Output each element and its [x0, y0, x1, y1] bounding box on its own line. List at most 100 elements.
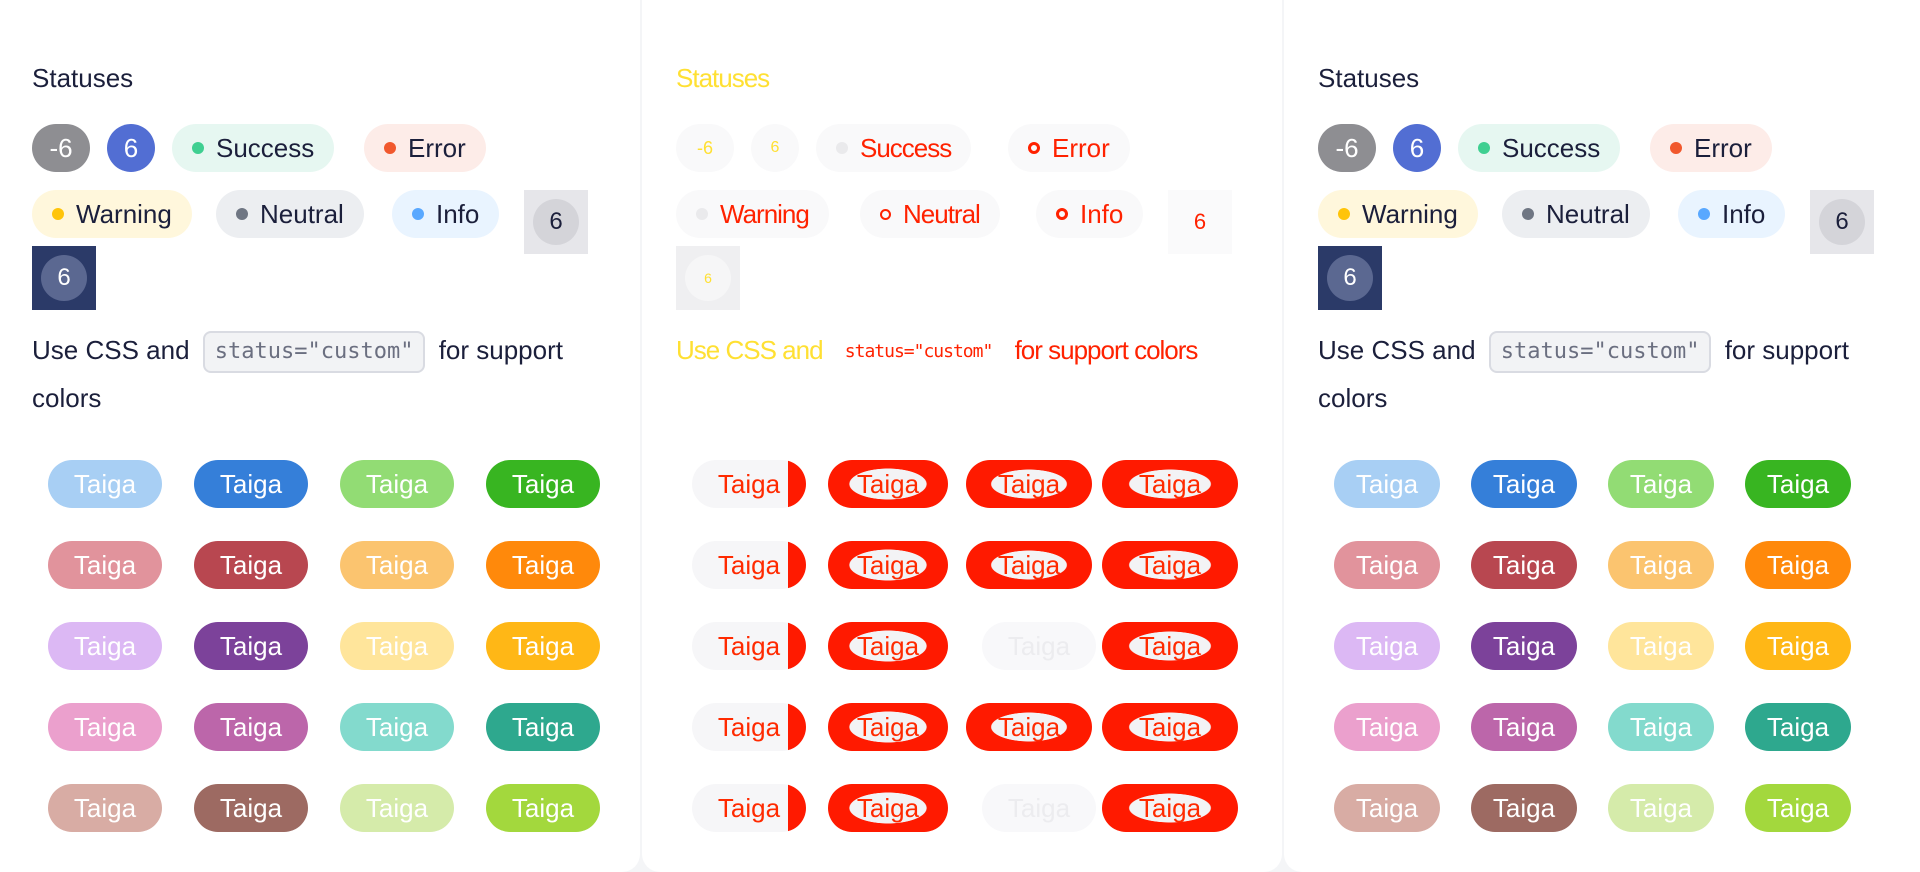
- taiga-pill: Taiga: [340, 541, 454, 589]
- taiga-pill: Taiga: [1608, 541, 1714, 589]
- error-dot-icon: [384, 142, 396, 154]
- badge-neutral-text: Neutral: [260, 199, 344, 229]
- taiga-pill: Taiga: [1102, 703, 1238, 751]
- square-badge-light: 6: [1810, 190, 1874, 254]
- badge-neutral: Neutral: [1502, 190, 1650, 238]
- square-badge-dark: 6: [676, 246, 740, 310]
- taiga-pill: Taiga: [486, 541, 600, 589]
- badge-success: Success: [1458, 124, 1621, 172]
- square-badge-dark-text: 6: [704, 270, 712, 286]
- taiga-pill: Taiga: [486, 703, 600, 751]
- badge-error-text: Error: [408, 133, 466, 163]
- square-badge-dark-circle: 6: [685, 255, 731, 301]
- note-text-before: Use CSS and: [676, 335, 824, 365]
- taiga-pill: Taiga: [48, 784, 162, 832]
- custom-status-note: Use CSS and status="custom" for support …: [32, 326, 632, 422]
- square-badge-dark-circle: 6: [1327, 255, 1373, 301]
- neutral-dot-icon: [880, 208, 891, 220]
- badge-count-text: 6: [123, 133, 139, 163]
- success-dot-icon: [1478, 142, 1490, 154]
- taiga-pill: Taiga: [1102, 460, 1238, 508]
- taiga-pill: Taiga: [1608, 622, 1714, 670]
- badge-error-text: Error: [1052, 133, 1110, 163]
- badge-info-text: Info: [1722, 199, 1766, 229]
- taiga-pill: Taiga: [692, 541, 806, 589]
- badge-success-text: Success: [216, 133, 315, 163]
- badge-warning-text: Warning: [1362, 199, 1458, 229]
- neutral-dot-icon: [236, 208, 248, 220]
- square-badge-dark-circle: 6: [41, 255, 87, 301]
- square-badge-light: 6: [1168, 190, 1232, 254]
- taiga-pill: Taiga: [1745, 703, 1851, 751]
- badge-count: 6: [107, 124, 155, 172]
- error-dot-icon: [1670, 142, 1682, 154]
- taiga-pill: Taiga: [1471, 703, 1577, 751]
- badge-error-text: Error: [1694, 133, 1752, 163]
- taiga-pill: Taiga: [828, 703, 948, 751]
- badge-neutral-text: Neutral: [903, 199, 981, 229]
- custom-status-note: Use CSS and status="custom" for support …: [676, 326, 1276, 374]
- badge-error: Error: [1650, 124, 1772, 172]
- square-badge-light-circle: 6: [1177, 199, 1223, 245]
- badge-info: Info: [1036, 190, 1144, 238]
- error-dot-icon: [1028, 142, 1040, 154]
- status-panel-reference: Statuses -6 6 Success Error Warning Neut…: [1284, 0, 1920, 872]
- badge-info: Info: [392, 190, 500, 238]
- code-snippet: status="custom": [844, 341, 994, 363]
- status-panel-diff: Statuses -6 6 Success Error Warning Neut…: [642, 0, 1282, 872]
- neutral-dot-icon: [1522, 208, 1534, 220]
- section-heading: Statuses: [1318, 63, 1420, 93]
- badge-warning: Warning: [1318, 190, 1478, 238]
- taiga-pill: Taiga: [1471, 622, 1577, 670]
- section-heading: Statuses: [32, 63, 134, 93]
- taiga-pill: Taiga: [966, 460, 1092, 508]
- taiga-pill: Taiga: [48, 460, 162, 508]
- taiga-pill: Taiga: [692, 784, 806, 832]
- badge-info-text: Info: [436, 199, 480, 229]
- code-snippet: status="custom": [202, 331, 426, 374]
- taiga-pill: Taiga: [1334, 622, 1440, 670]
- note-text-after: for support colors: [1014, 335, 1199, 365]
- badge-success: Success: [172, 124, 335, 172]
- info-dot-icon: [412, 208, 424, 220]
- badge-negative-count: -6: [1318, 124, 1376, 172]
- warning-dot-icon: [52, 208, 64, 220]
- badge-negative-text: -6: [1335, 133, 1359, 163]
- taiga-pill: Taiga: [982, 784, 1096, 832]
- square-badge-dark: 6: [32, 246, 96, 310]
- taiga-pill: Taiga: [1334, 460, 1440, 508]
- taiga-pill: Taiga: [340, 784, 454, 832]
- taiga-pill: Taiga: [966, 541, 1092, 589]
- square-badge-light-text: 6: [1193, 209, 1207, 234]
- taiga-pill: Taiga: [966, 703, 1092, 751]
- badge-warning: Warning: [676, 190, 829, 238]
- badge-error: Error: [364, 124, 486, 172]
- square-badge-light-circle: 6: [1819, 199, 1865, 245]
- taiga-pill: Taiga: [48, 541, 162, 589]
- taiga-pill: Taiga: [486, 460, 600, 508]
- taiga-pill: Taiga: [194, 460, 308, 508]
- badge-negative-count: -6: [32, 124, 90, 172]
- info-dot-icon: [1698, 208, 1710, 220]
- badge-warning-text: Warning: [720, 199, 810, 229]
- success-dot-icon: [836, 142, 848, 154]
- taiga-pill: Taiga: [1102, 622, 1238, 670]
- badge-warning-text: Warning: [76, 199, 172, 229]
- note-text-before: Use CSS and: [32, 335, 190, 365]
- warning-dot-icon: [1338, 208, 1350, 220]
- badge-count: 6: [751, 124, 799, 172]
- square-badge-light-circle: 6: [533, 199, 579, 245]
- code-snippet: status="custom": [1488, 331, 1712, 374]
- taiga-pill: Taiga: [340, 460, 454, 508]
- taiga-pill: Taiga: [1745, 460, 1851, 508]
- badge-success-text: Success: [1502, 133, 1601, 163]
- square-badge-light-text: 6: [1835, 208, 1849, 235]
- taiga-pill: Taiga: [1334, 784, 1440, 832]
- taiga-pill: Taiga: [828, 460, 948, 508]
- taiga-pill: Taiga: [48, 703, 162, 751]
- taiga-pill: Taiga: [194, 622, 308, 670]
- square-badge-dark-text: 6: [1343, 264, 1357, 291]
- badge-success-text: Success: [860, 133, 952, 163]
- badge-info: Info: [1678, 190, 1786, 238]
- badge-count-text: 6: [1409, 133, 1425, 163]
